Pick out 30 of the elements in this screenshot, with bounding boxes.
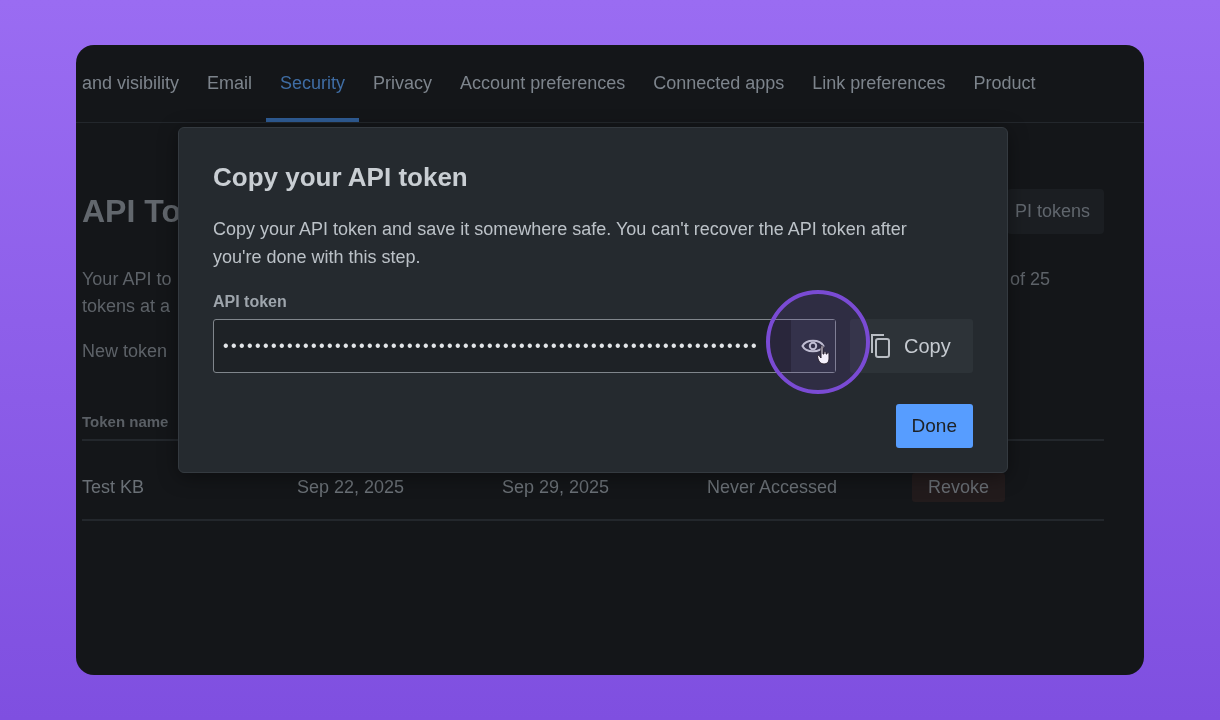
tab[interactable]: Product [959,45,1050,122]
tab[interactable]: Link preferences [798,45,960,122]
tab[interactable]: Account preferences [446,45,640,122]
tab[interactable]: and visibility [82,45,194,122]
done-button[interactable]: Done [895,404,973,448]
copy-button[interactable]: Copy [850,319,973,373]
revoke-button[interactable]: Revoke [912,472,1006,502]
dialog-description: Copy your API token and save it somewhere safe. You can't recover the API token after you're done with this step. [213,218,908,269]
tab[interactable]: Email [193,45,267,122]
tab[interactable]: Privacy [359,45,447,122]
show-token-button[interactable] [791,320,835,372]
copy-icon [870,333,892,359]
new-token-text: New token [82,340,168,363]
table-cell-text: Test KB [82,475,146,498]
intro-text: Your API to [82,268,172,291]
intro-text: of 25 [1009,268,1050,291]
intro-text: tokens at a [82,295,172,318]
field-label: API token [213,293,288,311]
token-field[interactable]: ••••••••••••••••••••••••••••••••••••••••••••••••••••••••••••••••••• [213,319,836,373]
hand-cursor-icon [817,345,831,365]
tab[interactable]: Connected apps [639,45,799,122]
column-header: Token name [82,413,169,430]
dialog-title: Copy your API token [213,162,469,193]
table-cell-text: Sep 22, 2025 [297,475,406,498]
page-heading: API To [82,193,181,230]
table-cell-text: Never Accessed [707,475,839,498]
tab[interactable]: Security [266,45,360,122]
table-cell-text: Sep 29, 2025 [502,475,611,498]
api-tokens-button[interactable]: PI tokens [1006,189,1104,234]
eye-icon [801,337,825,355]
